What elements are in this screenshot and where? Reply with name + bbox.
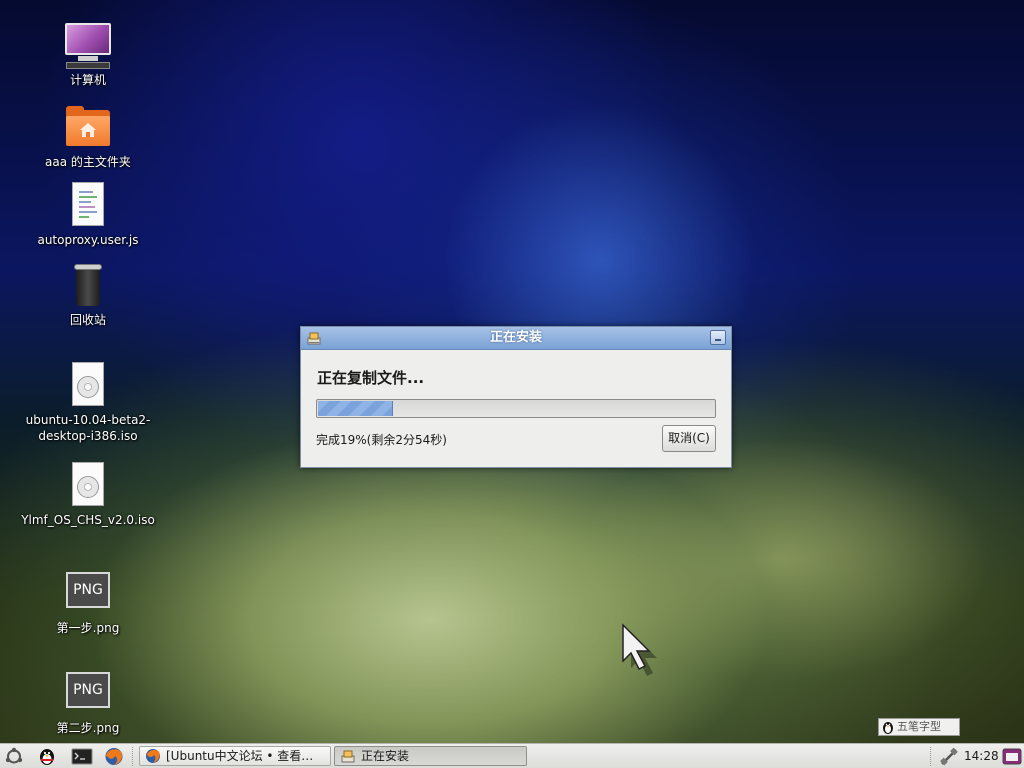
minimize-button[interactable] bbox=[710, 330, 726, 345]
taskbar-window-installer[interactable]: 正在安装 bbox=[334, 746, 527, 766]
dialog-titlebar[interactable]: 正在安装 bbox=[301, 327, 731, 350]
desktop-icon-ylmf-iso[interactable]: Ylmf_OS_CHS_v2.0.iso bbox=[18, 462, 158, 528]
bottom-panel: [Ubuntu中文论坛 • 查看… 正在安装 14:28 bbox=[0, 743, 1024, 768]
home-folder-icon bbox=[64, 104, 112, 152]
cancel-button[interactable]: 取消(C) bbox=[662, 425, 716, 452]
disc-image-icon bbox=[64, 362, 112, 410]
png-badge: PNG bbox=[66, 672, 110, 708]
taskbar-window-label: 正在安装 bbox=[361, 749, 410, 763]
ubuntu-menu-icon[interactable] bbox=[3, 747, 25, 766]
terminal-icon[interactable] bbox=[71, 747, 93, 766]
png-image-icon: PNG bbox=[64, 570, 112, 618]
desktop-icon-ubuntu-iso[interactable]: ubuntu-10.04-beta2- desktop-i386.iso bbox=[18, 362, 158, 444]
install-progress-bar bbox=[316, 399, 716, 418]
dialog-title: 正在安装 bbox=[489, 330, 542, 345]
desktop-background: 计算机 aaa 的主文件夹 autoproxy.user.js 回收站 ubun… bbox=[0, 0, 1024, 768]
session-menu-icon[interactable] bbox=[1001, 747, 1023, 766]
firefox-icon[interactable] bbox=[103, 747, 125, 766]
progress-fill bbox=[318, 401, 393, 416]
desktop-icon-home-folder[interactable]: aaa 的主文件夹 bbox=[18, 104, 158, 170]
desktop-icon-step2-png[interactable]: PNG 第二步.png bbox=[18, 670, 158, 736]
progress-status-text: 完成19%(剩余2分54秒) bbox=[316, 433, 447, 447]
input-method-indicator[interactable]: 五笔字型 bbox=[878, 718, 960, 736]
desktop-icon-label: 回收站 bbox=[69, 313, 106, 327]
png-badge: PNG bbox=[66, 572, 110, 608]
taskbar-window-label: [Ubuntu中文论坛 • 查看… bbox=[166, 749, 314, 763]
desktop-icon-label: autoproxy.user.js bbox=[37, 233, 139, 247]
panel-clock[interactable]: 14:28 bbox=[964, 746, 999, 766]
desktop-icon-computer[interactable]: 计算机 bbox=[18, 22, 158, 88]
dialog-heading: 正在复制文件... bbox=[317, 369, 425, 387]
desktop-icon-autoproxy[interactable]: autoproxy.user.js bbox=[18, 182, 158, 248]
desktop-icon-label: ubuntu-10.04-beta2- desktop-i386.iso bbox=[25, 413, 151, 443]
penguin-icon bbox=[883, 722, 893, 734]
disc-image-icon bbox=[64, 462, 112, 510]
png-image-icon: PNG bbox=[64, 670, 112, 718]
desktop-icon-trash[interactable]: 回收站 bbox=[18, 262, 158, 328]
desktop-icon-label: 计算机 bbox=[69, 73, 106, 87]
install-progress-dialog: 正在安装 正在复制文件... 完成19%(剩余2分54秒) 取消(C) bbox=[300, 326, 732, 468]
network-icon[interactable] bbox=[938, 747, 960, 766]
taskbar-window-firefox[interactable]: [Ubuntu中文论坛 • 查看… bbox=[139, 746, 331, 766]
panel-separator bbox=[930, 747, 933, 766]
trash-icon bbox=[64, 262, 112, 310]
computer-icon bbox=[64, 22, 112, 70]
desktop-icon-label: aaa 的主文件夹 bbox=[45, 155, 131, 169]
desktop-icon-label: 第二步.png bbox=[56, 721, 120, 735]
installer-icon bbox=[341, 750, 355, 763]
panel-separator bbox=[132, 747, 135, 766]
qq-icon[interactable] bbox=[36, 747, 58, 766]
text-file-icon bbox=[64, 182, 112, 230]
desktop-icon-label: Ylmf_OS_CHS_v2.0.iso bbox=[21, 513, 155, 527]
ime-label: 五笔字型 bbox=[897, 720, 941, 733]
desktop-icon-step1-png[interactable]: PNG 第一步.png bbox=[18, 570, 158, 636]
firefox-icon bbox=[146, 749, 160, 763]
mouse-cursor-icon bbox=[622, 623, 657, 676]
desktop-icon-label: 第一步.png bbox=[56, 621, 120, 635]
